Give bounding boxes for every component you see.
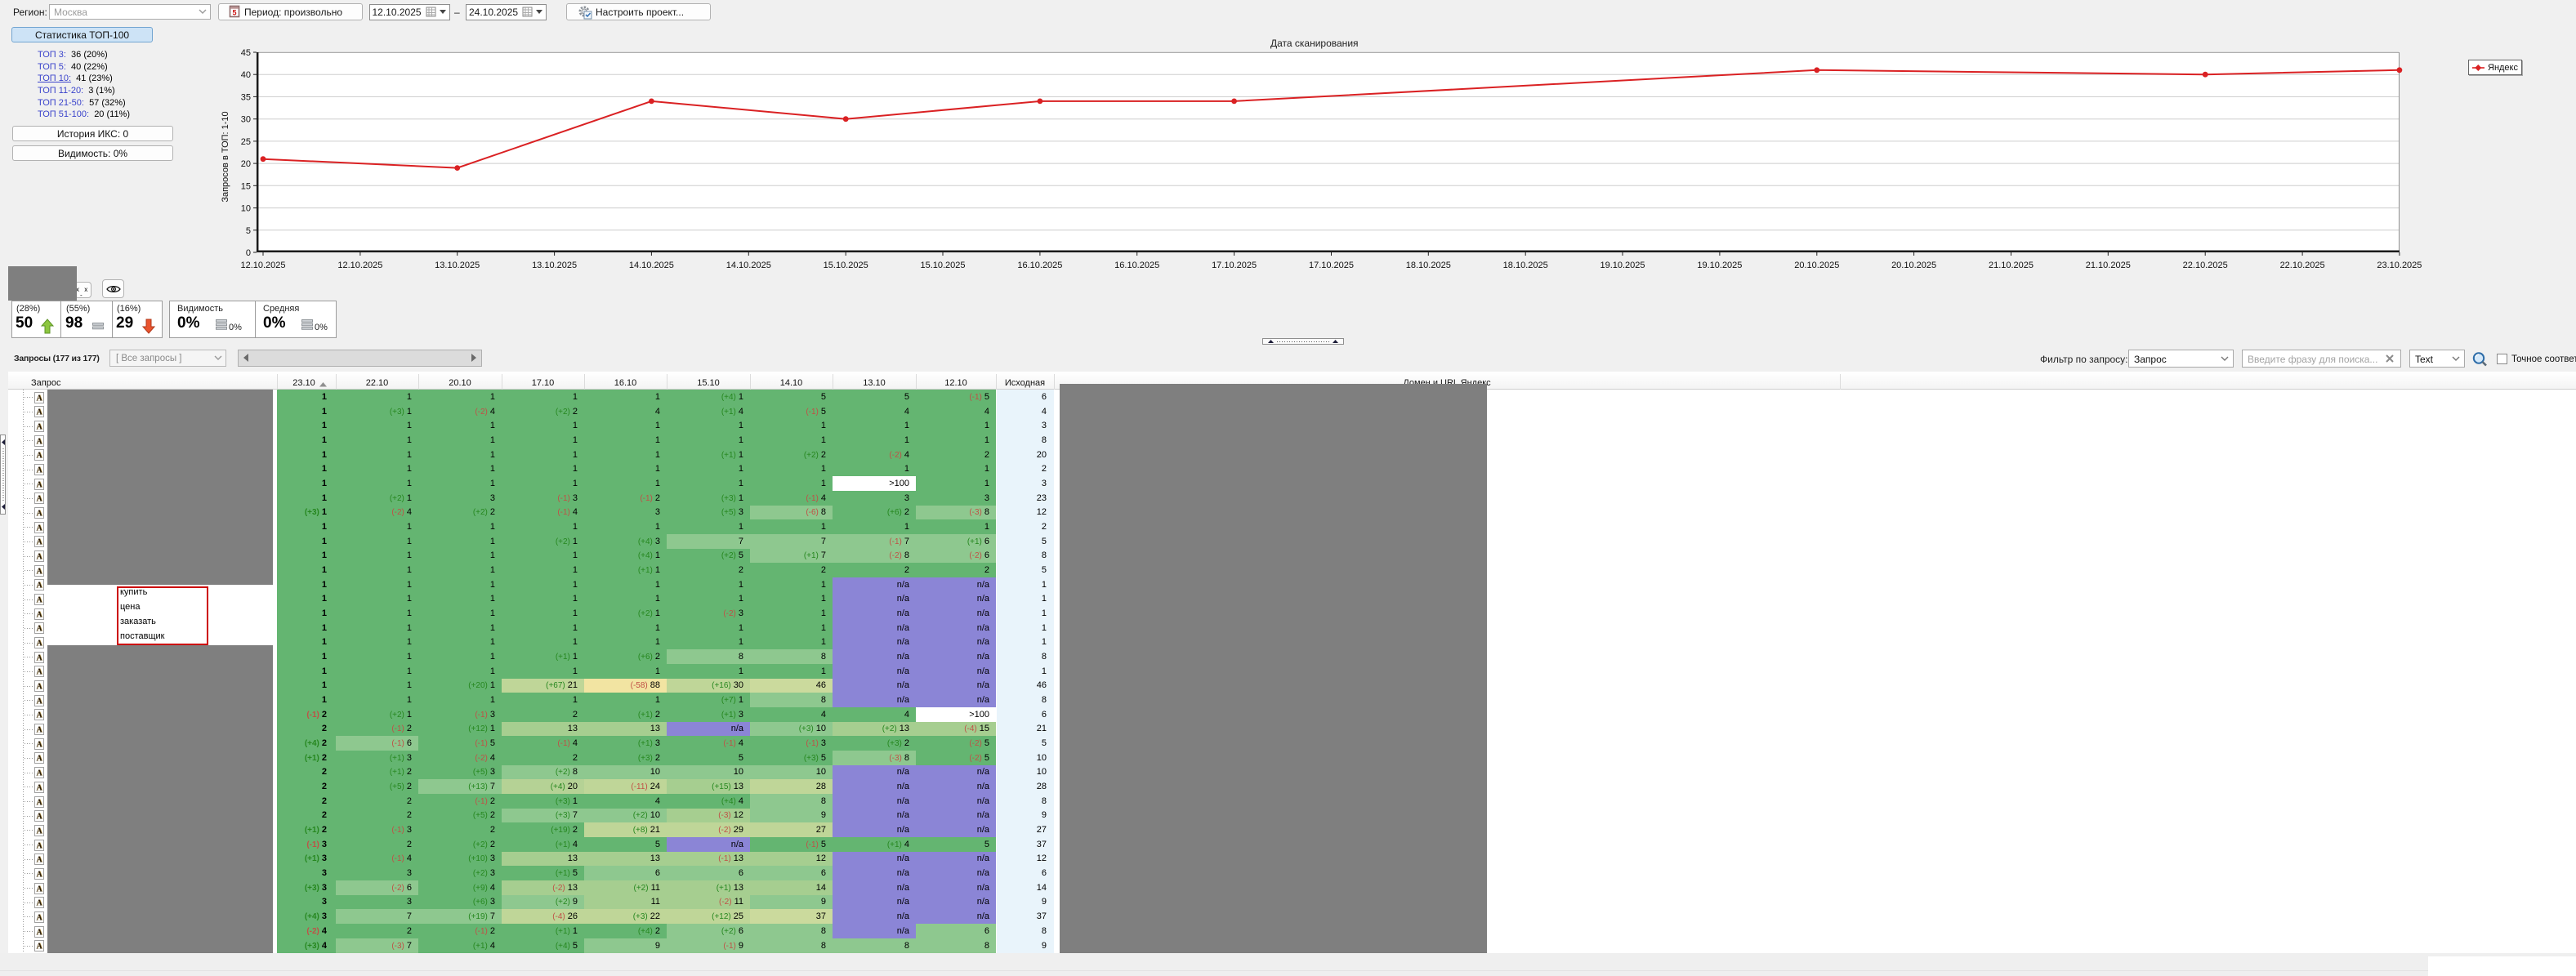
svg-text:15: 15 [241, 181, 251, 191]
svg-text:20.10.2025: 20.10.2025 [1891, 261, 1936, 270]
svg-text:25: 25 [241, 137, 251, 147]
svg-text:19.10.2025: 19.10.2025 [1697, 261, 1742, 270]
svg-text:19.10.2025: 19.10.2025 [1600, 261, 1645, 270]
svg-text:17.10.2025: 17.10.2025 [1212, 261, 1257, 270]
svg-text:15.10.2025: 15.10.2025 [824, 261, 868, 270]
svg-text:21.10.2025: 21.10.2025 [1989, 261, 2034, 270]
svg-text:15.10.2025: 15.10.2025 [920, 261, 965, 270]
svg-text:14.10.2025: 14.10.2025 [629, 261, 674, 270]
svg-text:12.10.2025: 12.10.2025 [240, 261, 285, 270]
svg-text:16.10.2025: 16.10.2025 [1114, 261, 1159, 270]
svg-text:20.10.2025: 20.10.2025 [1794, 261, 1839, 270]
svg-text:22.10.2025: 22.10.2025 [2280, 261, 2325, 270]
svg-text:30: 30 [241, 115, 251, 125]
svg-text:13.10.2025: 13.10.2025 [532, 261, 577, 270]
svg-text:10: 10 [241, 204, 251, 214]
svg-text:22.10.2025: 22.10.2025 [2183, 261, 2228, 270]
svg-text:18.10.2025: 18.10.2025 [1406, 261, 1451, 270]
svg-text:17.10.2025: 17.10.2025 [1309, 261, 1354, 270]
svg-text:5: 5 [246, 226, 251, 236]
svg-text:13.10.2025: 13.10.2025 [435, 261, 480, 270]
svg-text:35: 35 [241, 92, 251, 102]
svg-text:20: 20 [241, 159, 251, 169]
svg-text:40: 40 [241, 70, 251, 80]
svg-text:12.10.2025: 12.10.2025 [337, 261, 382, 270]
svg-text:21.10.2025: 21.10.2025 [2086, 261, 2131, 270]
svg-text:45: 45 [241, 48, 251, 58]
svg-text:18.10.2025: 18.10.2025 [1503, 261, 1548, 270]
svg-text:23.10.2025: 23.10.2025 [2377, 261, 2422, 270]
svg-text:16.10.2025: 16.10.2025 [1017, 261, 1062, 270]
svg-text:14.10.2025: 14.10.2025 [726, 261, 771, 270]
svg-text:0: 0 [246, 248, 251, 258]
